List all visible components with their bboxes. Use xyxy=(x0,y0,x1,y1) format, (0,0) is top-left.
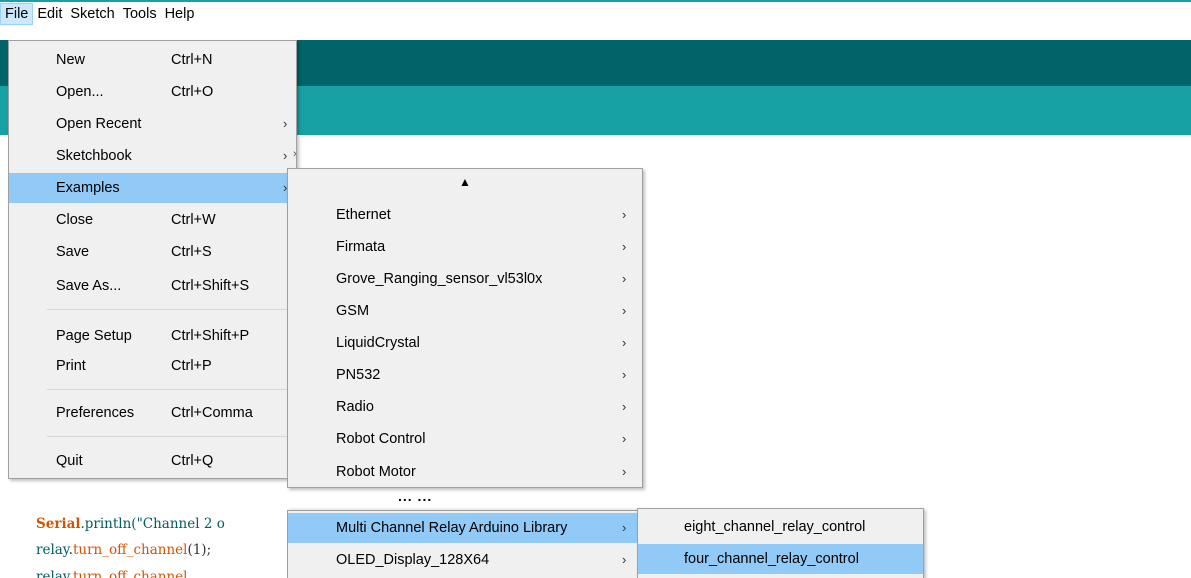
menu-item-examples[interactable]: Examples › xyxy=(9,173,296,203)
example-oled-display[interactable]: OLED_Display_128X64 › xyxy=(288,545,642,575)
menu-item-page-setup[interactable]: Page Setup Ctrl+Shift+P xyxy=(9,321,296,351)
menu-item-quit[interactable]: Quit Ctrl+Q xyxy=(9,446,296,476)
chevron-right-icon: › xyxy=(293,148,297,160)
menu-item-label: four_channel_relay_control xyxy=(684,551,859,567)
relay-examples-submenu: eight_channel_relay_control four_channel… xyxy=(637,508,924,578)
example-liquidcrystal[interactable]: LiquidCrystal › xyxy=(288,328,642,358)
menu-item-save-as[interactable]: Save As... Ctrl+Shift+S xyxy=(9,271,296,301)
scroll-up-icon[interactable]: ▲ xyxy=(288,175,642,189)
code-line-3: relay.turn_off_channel xyxy=(36,569,187,578)
chevron-right-icon: › xyxy=(622,399,627,414)
menu-item-preferences[interactable]: Preferences Ctrl+Comma xyxy=(9,398,296,428)
chevron-right-icon: › xyxy=(622,271,627,286)
menu-item-label: Open... xyxy=(56,84,104,100)
menu-item-label: Firmata xyxy=(336,239,386,255)
example-four-channel-relay[interactable]: four_channel_relay_control xyxy=(638,544,923,574)
menu-item-save[interactable]: Save Ctrl+S xyxy=(9,237,296,267)
menu-item-label: PN532 xyxy=(336,367,381,383)
menu-item-label: Print xyxy=(56,358,86,374)
menu-item-label: eight_channel_relay_control xyxy=(684,519,866,535)
chevron-right-icon: › xyxy=(622,431,627,446)
menu-tools[interactable]: Tools xyxy=(119,3,161,25)
menu-separator xyxy=(47,309,292,310)
code-token-method: turn_off_channel xyxy=(72,569,188,578)
menu-item-label: Radio xyxy=(336,399,374,415)
menu-item-shortcut: Ctrl+Q xyxy=(171,453,214,469)
menu-item-shortcut: Ctrl+Comma xyxy=(171,405,253,421)
menu-item-label: LiquidCrystal xyxy=(336,335,420,351)
menu-item-shortcut: Ctrl+P xyxy=(171,358,212,374)
chevron-right-icon: › xyxy=(283,148,288,163)
omission-ellipsis: ... ... xyxy=(398,488,433,504)
menu-separator xyxy=(47,389,292,390)
menu-item-label: Page Setup xyxy=(56,328,132,344)
examples-submenu-lower: Multi Channel Relay Arduino Library › OL… xyxy=(287,510,643,578)
code-line-1: Serial.println("Channel 2 o xyxy=(36,516,225,532)
chevron-right-icon: › xyxy=(622,552,627,567)
code-line-2: relay.turn_off_channel(1); xyxy=(36,542,212,558)
chevron-right-icon: › xyxy=(622,520,627,535)
menu-item-label: Quit xyxy=(56,453,83,469)
menu-item-label: Open Recent xyxy=(56,116,142,132)
menu-item-shortcut: Ctrl+W xyxy=(171,212,216,228)
menu-item-label: Sketchbook xyxy=(56,148,132,164)
menu-item-label: New xyxy=(56,52,86,68)
menu-item-label: Save xyxy=(56,244,90,260)
menu-item-label: Robot Control xyxy=(336,431,426,447)
menu-item-label: Ethernet xyxy=(336,207,391,223)
menu-sketch[interactable]: Sketch xyxy=(66,3,118,25)
menu-item-label: Close xyxy=(56,212,94,228)
menu-bar: File Edit Sketch Tools Help xyxy=(0,2,1191,26)
menu-item-print[interactable]: Print Ctrl+P xyxy=(9,351,296,381)
menu-item-label: Multi Channel Relay Arduino Library xyxy=(336,520,568,536)
menu-item-label: Examples xyxy=(56,180,120,196)
code-token-object: relay xyxy=(36,542,69,558)
menu-item-shortcut: Ctrl+S xyxy=(171,244,212,260)
menu-item-sketchbook[interactable]: Sketchbook › xyxy=(9,141,296,171)
menu-item-label: Grove_Ranging_sensor_vl53l0x xyxy=(336,271,543,287)
code-token-method: turn_off_channel xyxy=(72,542,188,558)
chevron-right-icon: › xyxy=(622,335,627,350)
code-token-object: Serial xyxy=(36,516,81,532)
menu-separator xyxy=(47,436,292,437)
chevron-right-icon: › xyxy=(622,367,627,382)
example-grove-ranging[interactable]: Grove_Ranging_sensor_vl53l0x › xyxy=(288,264,642,294)
code-token-call: .println("Channel 2 o xyxy=(80,516,225,532)
menu-file[interactable]: File xyxy=(0,3,34,25)
chevron-right-icon: › xyxy=(622,207,627,222)
menu-item-close[interactable]: Close Ctrl+W xyxy=(9,205,296,235)
menu-item-shortcut: Ctrl+Shift+P xyxy=(171,328,250,344)
code-token-args: (1); xyxy=(187,542,212,558)
menu-item-open-recent[interactable]: Open Recent › xyxy=(9,109,296,139)
chevron-right-icon: › xyxy=(622,239,627,254)
example-robot-control[interactable]: Robot Control › xyxy=(288,424,642,454)
menu-edit[interactable]: Edit xyxy=(33,3,66,25)
example-ethernet[interactable]: Ethernet › xyxy=(288,200,642,230)
example-eight-channel-relay[interactable]: eight_channel_relay_control xyxy=(638,512,923,542)
menu-item-label: Save As... xyxy=(56,278,122,294)
chevron-right-icon: › xyxy=(622,303,627,318)
code-token-object: relay xyxy=(36,569,69,578)
menu-item-shortcut: Ctrl+Shift+S xyxy=(171,278,250,294)
menu-item-label: OLED_Display_128X64 xyxy=(336,552,490,568)
menu-help[interactable]: Help xyxy=(161,3,199,25)
examples-submenu: ▲ Ethernet › Firmata › Grove_Ranging_sen… xyxy=(287,168,643,488)
menu-item-open[interactable]: Open... Ctrl+O xyxy=(9,77,296,107)
chevron-right-icon: › xyxy=(622,464,627,479)
example-radio[interactable]: Radio › xyxy=(288,392,642,422)
menu-item-label: GSM xyxy=(336,303,370,319)
example-firmata[interactable]: Firmata › xyxy=(288,232,642,262)
menu-item-new[interactable]: New Ctrl+N xyxy=(9,45,296,75)
menu-item-shortcut: Ctrl+N xyxy=(171,52,213,68)
menu-item-shortcut: Ctrl+O xyxy=(171,84,214,100)
menu-item-label: Preferences xyxy=(56,405,135,421)
example-robot-motor[interactable]: Robot Motor › xyxy=(288,457,642,487)
example-multi-channel-relay[interactable]: Multi Channel Relay Arduino Library › xyxy=(288,513,642,543)
example-pn532[interactable]: PN532 › xyxy=(288,360,642,390)
menu-item-label: Robot Motor xyxy=(336,464,416,480)
example-gsm[interactable]: GSM › xyxy=(288,296,642,326)
chevron-right-icon: › xyxy=(283,116,288,131)
file-menu: New Ctrl+N Open... Ctrl+O Open Recent › … xyxy=(8,40,297,479)
